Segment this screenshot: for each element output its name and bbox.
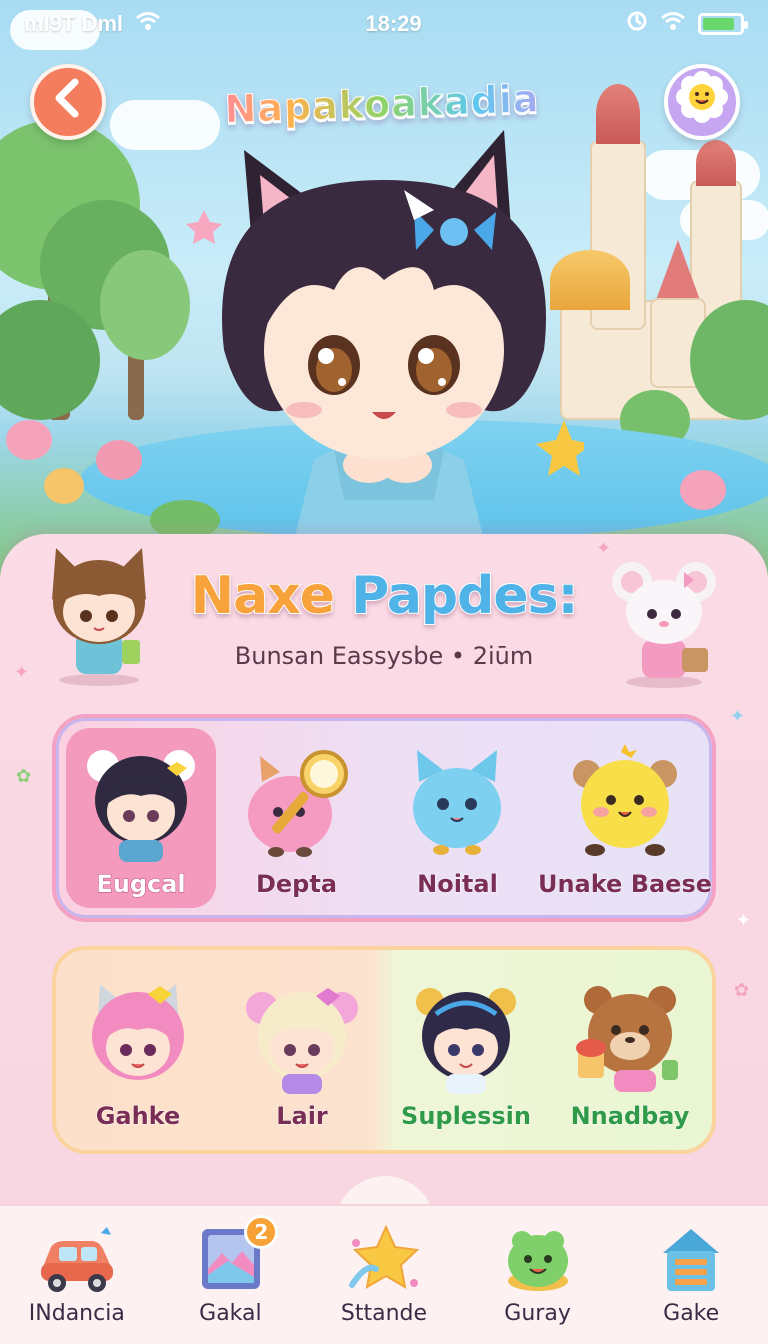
character-slot-lair[interactable]: Lair — [220, 950, 384, 1150]
gahke-character-art — [92, 984, 184, 1080]
clock-time: 18:29 — [365, 11, 422, 36]
suplessin-character-art — [416, 988, 516, 1094]
nav-label: Gakal — [199, 1301, 262, 1326]
nav-item-gake[interactable]: Gake — [614, 1206, 768, 1344]
notification-badge: 2 — [244, 1215, 279, 1249]
character-name-label: Gahke — [95, 1102, 181, 1131]
character-row-2: Gahke Lair Suplessin Nnadbay — [52, 946, 716, 1154]
character-name-label: Eugcal — [96, 870, 186, 899]
character-name-label: Suplessin — [401, 1102, 532, 1131]
bottom-navigation: INdancia 2 Gakal Sttande Guray Gake — [0, 1204, 768, 1344]
character-name-label: Lair — [276, 1102, 329, 1131]
car-icon — [40, 1227, 113, 1292]
frog-icon — [507, 1231, 568, 1291]
nav-label: Gake — [663, 1301, 720, 1326]
character-slot-depta[interactable]: Depta — [216, 718, 377, 918]
chevron-left-icon — [51, 75, 85, 129]
wifi-icon — [660, 11, 686, 37]
nav-label: Sttande — [340, 1301, 428, 1326]
noital-character-art — [413, 750, 502, 855]
character-slot-gahke[interactable]: Gahke — [56, 950, 220, 1150]
panel-title: Naxe Papdes: — [150, 565, 618, 627]
nav-item-indancia[interactable]: INdancia — [0, 1206, 154, 1344]
smiley-flower-icon — [676, 71, 728, 133]
brown-hair-girl-mascot — [52, 548, 146, 686]
nav-item-sttande[interactable]: Sttande — [307, 1206, 461, 1344]
depta-character-art — [248, 750, 349, 857]
battery-level — [703, 18, 734, 30]
panel-title-word2: Papdes: — [350, 565, 579, 627]
sparkle-icon: ✦ — [14, 662, 30, 683]
house-icon — [663, 1229, 720, 1291]
unake-baese-character-art — [572, 744, 677, 856]
battery-icon — [698, 13, 748, 35]
character-name-label: Nnadbay — [570, 1102, 690, 1131]
status-bar: ml9T Dml 18:29 — [0, 0, 768, 48]
sparkle-icon: ✿ — [734, 980, 750, 1001]
nav-item-guray[interactable]: Guray — [461, 1206, 615, 1344]
sync-icon — [626, 10, 648, 38]
nav-item-gakal[interactable]: 2 Gakal — [154, 1206, 308, 1344]
character-name-label: Depta — [255, 870, 338, 899]
character-name-label: Unake Baese — [537, 870, 713, 899]
panel-title-word1: Naxe — [190, 565, 336, 627]
lair-character-art — [246, 988, 358, 1094]
carrier-text: ml9T Dml — [24, 11, 124, 36]
white-mouse-mascot — [612, 562, 716, 688]
character-slot-nnadbay[interactable]: Nnadbay — [548, 950, 712, 1150]
sparkle-icon: ✦ — [736, 910, 752, 931]
sparkle-icon: ✦ — [730, 706, 746, 727]
character-slot-suplessin[interactable]: Suplessin — [384, 950, 548, 1150]
character-row-1: Eugcal Depta Noital Unake Baese — [52, 714, 716, 922]
wifi-icon — [135, 11, 161, 37]
nav-label: INdancia — [28, 1301, 125, 1326]
character-slot-unake-baese[interactable]: Unake Baese — [537, 718, 713, 918]
character-slot-eugcal[interactable]: Eugcal — [66, 728, 216, 908]
profile-button[interactable] — [664, 64, 740, 140]
eugcal-character-art — [87, 750, 195, 862]
main-character-art — [186, 130, 584, 540]
nav-label: Guray — [504, 1301, 571, 1326]
sparkle-icon: ✿ — [16, 766, 32, 787]
nnadbay-character-art — [576, 986, 678, 1092]
back-button[interactable] — [30, 64, 106, 140]
character-name-label: Noital — [417, 870, 499, 899]
character-slot-noital[interactable]: Noital — [377, 718, 538, 918]
gallery-icon-wrap: 2 — [188, 1215, 279, 1295]
panel-subtitle: Bunsan Eassysbe • 2iūm — [234, 642, 534, 670]
star-icon — [348, 1224, 420, 1289]
